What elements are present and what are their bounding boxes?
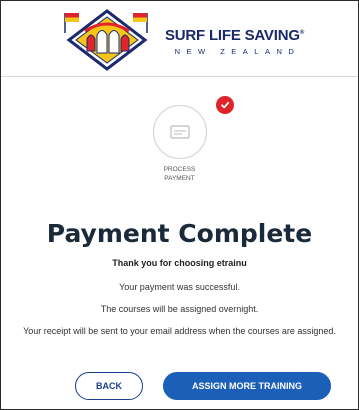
step-label: PROCESS PAYMENT <box>1 165 358 183</box>
thank-you-message: Thank you for choosing etrainu <box>112 258 247 268</box>
step-complete-badge <box>216 96 234 114</box>
brand-wordmark: SURF LIFE SAVING® NEW ZEALAND <box>165 25 304 56</box>
payment-success-message: Your payment was successful. <box>119 282 240 292</box>
checkmark-icon <box>221 101 230 109</box>
surf-life-saving-logo-emblem <box>64 9 148 71</box>
header-divider <box>1 76 358 77</box>
page-frame: SURF LIFE SAVING® NEW ZEALAND PROCESS PA… <box>0 0 359 410</box>
payment-card-icon <box>169 125 190 139</box>
step-label-line1: PROCESS <box>163 166 196 173</box>
back-button[interactable]: BACK <box>75 372 143 400</box>
receipt-notice-message: Your receipt will be sent to your email … <box>23 326 336 336</box>
brand-country: NEW ZEALAND <box>174 46 301 56</box>
brand-name: SURF LIFE SAVING® <box>164 26 305 44</box>
assign-more-training-button[interactable]: ASSIGN MORE TRAINING <box>163 372 331 400</box>
brand-header: SURF LIFE SAVING® NEW ZEALAND <box>1 9 358 71</box>
page-title: Payment Complete <box>46 219 313 248</box>
process-payment-step <box>152 105 207 159</box>
step-label-line2: PAYMENT <box>164 175 195 182</box>
assignment-schedule-message: The courses will be assigned overnight. <box>100 304 259 314</box>
